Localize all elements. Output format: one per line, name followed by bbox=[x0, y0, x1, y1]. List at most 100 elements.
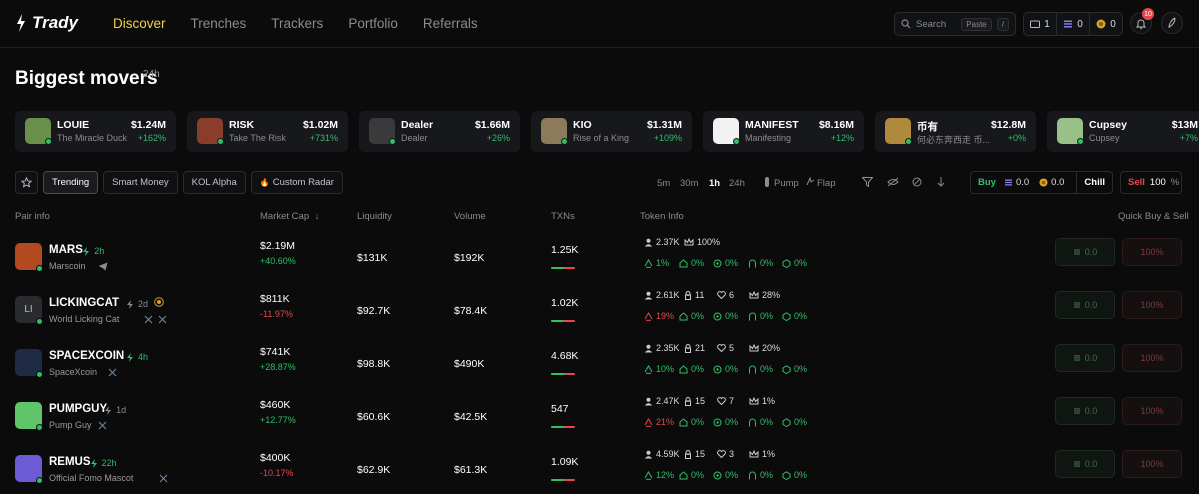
nav-referrals[interactable]: Referrals bbox=[423, 16, 478, 31]
timeframe-5m[interactable]: 5m bbox=[657, 178, 670, 189]
age-icon bbox=[126, 353, 134, 362]
tab-trending[interactable]: Trending bbox=[43, 171, 99, 194]
table-row[interactable]: MARS 2h Marscoin $2.19M +40.60% $131K $192K 1.2… bbox=[0, 233, 1199, 286]
dev-holdings-icon bbox=[684, 290, 692, 300]
quick-sell-button[interactable]: 100% bbox=[1122, 238, 1182, 266]
quick-sell-button[interactable]: 100% bbox=[1122, 450, 1182, 478]
twitter-icon[interactable] bbox=[98, 421, 107, 430]
liquidity: $131K bbox=[357, 252, 388, 264]
quick-buy-button[interactable]: 0.0 bbox=[1055, 238, 1115, 266]
status-dot bbox=[36, 371, 43, 378]
top-holders-value: 1% bbox=[762, 449, 776, 459]
table-row[interactable]: LI LICKINGCAT 2d World Licking Cat $811K -11.… bbox=[0, 286, 1199, 339]
mover-card[interactable]: Cupsey Cupsey $13M +7% bbox=[1047, 111, 1199, 152]
header-txns[interactable]: TXNs bbox=[551, 211, 575, 222]
timeframe-24h[interactable]: 24h bbox=[729, 178, 745, 189]
quick-sell-button[interactable]: 100% bbox=[1122, 291, 1182, 319]
block-icon[interactable] bbox=[912, 177, 922, 187]
header-liquidity[interactable]: Liquidity bbox=[357, 211, 392, 222]
lp-burned-icon bbox=[782, 311, 791, 321]
twitter-icon[interactable] bbox=[159, 474, 168, 483]
buy-coin-amount[interactable]: 0.0 bbox=[1039, 177, 1064, 188]
source-flap[interactable]: Flap bbox=[817, 178, 835, 189]
telegram-icon[interactable] bbox=[98, 262, 108, 271]
nav-portfolio[interactable]: Portfolio bbox=[348, 16, 398, 31]
dev-sold-icon bbox=[713, 418, 722, 427]
solana-icon bbox=[1073, 408, 1081, 414]
quick-sell-settings[interactable]: Sell 100 % bbox=[1120, 171, 1182, 194]
search-box[interactable]: Search Paste / bbox=[894, 12, 1016, 36]
source-pump[interactable]: Pump bbox=[774, 178, 799, 189]
table-row[interactable]: REMUS 22h Official Fomo Mascot $400K -10.17%… bbox=[0, 445, 1199, 494]
hide-icon[interactable] bbox=[887, 177, 899, 187]
holders-value: 2.47K bbox=[656, 396, 680, 406]
nav-discover[interactable]: Discover bbox=[113, 16, 166, 31]
quick-buy-button[interactable]: 0.0 bbox=[1055, 397, 1115, 425]
quick-buy-settings[interactable]: Buy 0.0 0.0 Chill bbox=[970, 171, 1113, 194]
holders-icon bbox=[644, 238, 653, 247]
sort-down-icon[interactable] bbox=[937, 177, 945, 187]
pair-symbol[interactable]: MARS bbox=[49, 244, 83, 256]
mover-card[interactable]: RISK Take The Risk $1.02M +731% bbox=[187, 111, 348, 152]
timeframe-30m[interactable]: 30m bbox=[680, 178, 698, 189]
pair-symbol[interactable]: REMUS bbox=[49, 456, 91, 468]
pair-symbol[interactable]: SPACEXCOIN bbox=[49, 350, 124, 362]
app-logo[interactable]: Trady bbox=[16, 13, 78, 33]
mover-card[interactable]: Dealer Dealer $1.66M +26% bbox=[359, 111, 520, 152]
tab-custom-radar[interactable]: 🔥 Custom Radar bbox=[250, 171, 343, 194]
bundlers-value: 0% bbox=[691, 470, 705, 480]
tab-smart-money[interactable]: Smart Money bbox=[103, 171, 178, 194]
market-cap: $2.19M bbox=[260, 240, 296, 252]
dev-sold-icon bbox=[713, 259, 722, 268]
nav-trenches[interactable]: Trenches bbox=[191, 16, 247, 31]
notifications-button[interactable]: 10 bbox=[1130, 8, 1154, 34]
twitter-icon[interactable] bbox=[108, 368, 117, 377]
insiders: 19% bbox=[644, 311, 674, 321]
wallet-folder[interactable]: 1 bbox=[1024, 13, 1057, 35]
website-icon[interactable] bbox=[158, 315, 167, 324]
header-market-cap[interactable]: Market Cap ↓ bbox=[260, 211, 320, 222]
wallet-coin[interactable]: 0 bbox=[1090, 13, 1122, 35]
sell-value[interactable]: 100 bbox=[1150, 177, 1166, 188]
wallet-coin-balance: 0 bbox=[1110, 18, 1116, 30]
mover-card[interactable]: LOUIE The Miracle Duck $1.24M +162% bbox=[15, 111, 176, 152]
status-dot bbox=[389, 138, 396, 145]
buy-mode[interactable]: Chill bbox=[1076, 172, 1112, 193]
liquidity: $98.8K bbox=[357, 358, 391, 370]
age-icon bbox=[104, 406, 112, 415]
filter-icon[interactable] bbox=[862, 177, 873, 187]
bundlers-value: 0% bbox=[691, 311, 705, 321]
snipers: 3 bbox=[717, 449, 734, 459]
twitter-icon[interactable] bbox=[144, 315, 153, 324]
mover-card[interactable]: 币有 何必东奔西走 币... $12.8M +0% bbox=[875, 111, 1036, 152]
timeframe-1h[interactable]: 1h bbox=[709, 178, 720, 189]
quick-sell-button[interactable]: 100% bbox=[1122, 344, 1182, 372]
solana-icon bbox=[1073, 355, 1081, 361]
quick-buy-amount: 0.0 bbox=[1084, 300, 1098, 310]
quick-buy-button[interactable]: 0.0 bbox=[1055, 450, 1115, 478]
quick-buy-button[interactable]: 0.0 bbox=[1055, 344, 1115, 372]
pair-symbol[interactable]: PUMPGUY bbox=[49, 403, 107, 415]
buy-sol-amount[interactable]: 0.0 bbox=[1004, 177, 1029, 188]
pair-age: 2h bbox=[94, 246, 105, 256]
header-volume[interactable]: Volume bbox=[454, 211, 486, 222]
quick-buy-amount: 0.0 bbox=[1084, 459, 1098, 469]
favorites-button[interactable] bbox=[15, 171, 38, 194]
nav-trackers[interactable]: Trackers bbox=[271, 16, 323, 31]
wallet-sol[interactable]: 0 bbox=[1057, 13, 1090, 35]
tab-kol-alpha[interactable]: KOL Alpha bbox=[182, 171, 246, 194]
mover-card[interactable]: KIO Rise of a King $1.31M +109% bbox=[531, 111, 692, 152]
holders-value: 2.37K bbox=[656, 237, 680, 247]
table-row[interactable]: SPACEXCOIN 4h SpaceXcoin $741K +28.87% $98.8K… bbox=[0, 339, 1199, 392]
paste-button[interactable]: Paste bbox=[961, 17, 992, 31]
quick-buy-button[interactable]: 0.0 bbox=[1055, 291, 1115, 319]
quick-sell-button[interactable]: 100% bbox=[1122, 397, 1182, 425]
profile-button[interactable] bbox=[1161, 12, 1183, 34]
table-row[interactable]: PUMPGUY 1d Pump Guy $460K +12.77% $60.6K $42.5… bbox=[0, 392, 1199, 445]
pair-symbol[interactable]: LICKINGCAT bbox=[49, 297, 119, 309]
insiders-icon bbox=[644, 311, 653, 321]
pair-age: 1d bbox=[116, 405, 127, 415]
dev-sold: 0% bbox=[713, 417, 738, 427]
mover-card[interactable]: MANIFEST Manifesting $8.16M +12% bbox=[703, 111, 864, 152]
wallet-summary[interactable]: 1 0 0 bbox=[1023, 12, 1123, 36]
